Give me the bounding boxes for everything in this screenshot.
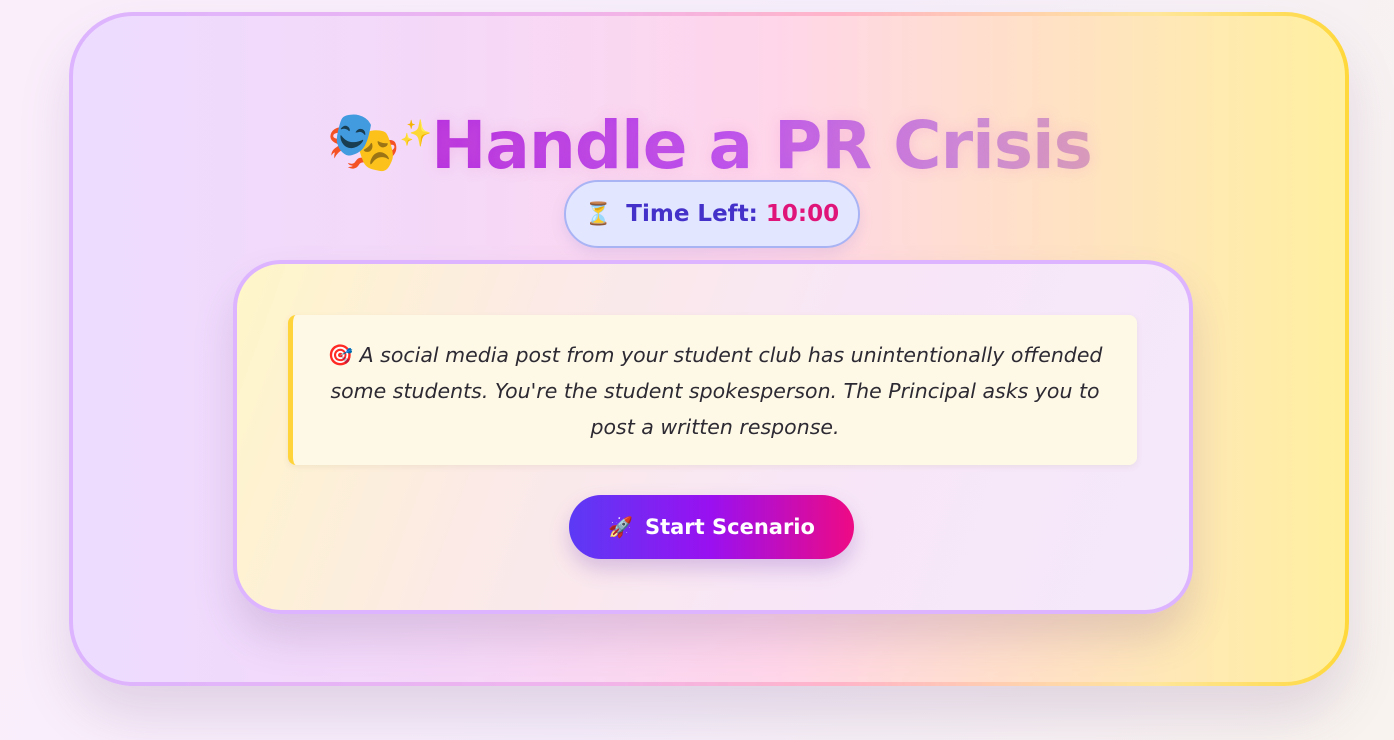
timer-label: Time Left: [626, 201, 758, 227]
scenario-text: A social media post from your student cl… [330, 343, 1103, 439]
start-scenario-label: Start Scenario [644, 515, 815, 539]
sparkles-icon: ✨ [399, 119, 432, 149]
target-icon: 🎯 [327, 343, 354, 367]
performing-arts-icon: 🎭 [326, 107, 401, 177]
scenario-container: 🎭✨Handle a PR Crisis ⏳ Time Left: 10:00 … [69, 12, 1349, 686]
start-scenario-button[interactable]: 🚀 Start Scenario [569, 495, 854, 559]
page-title: 🎭✨Handle a PR Crisis [73, 94, 1345, 186]
timer-badge: ⏳ Time Left: 10:00 [564, 180, 860, 248]
scenario-card: 🎯 A social media post from your student … [233, 260, 1193, 614]
rocket-icon: 🚀 [608, 515, 633, 539]
page-title-text: Handle a PR Crisis [431, 107, 1093, 184]
timer-value: 10:00 [765, 201, 840, 227]
hourglass-icon: ⏳ [584, 201, 613, 227]
scenario-description: 🎯 A social media post from your student … [288, 315, 1137, 465]
